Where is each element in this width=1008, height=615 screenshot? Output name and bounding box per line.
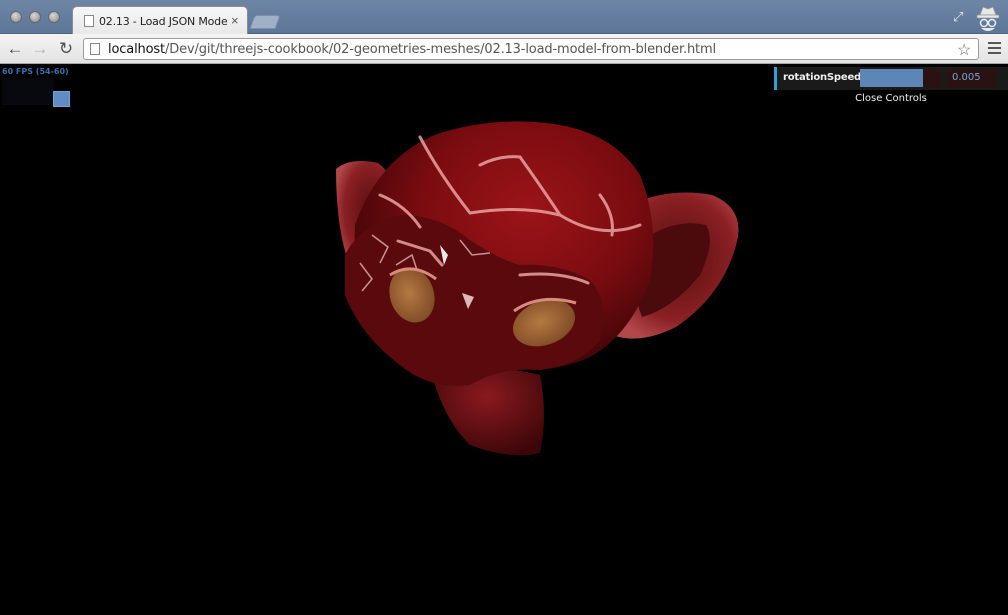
zoom-window-button[interactable] (48, 11, 60, 23)
page-icon (84, 15, 94, 27)
slider-fill (860, 69, 924, 87)
browser-toolbar: ← → ↻ localhost/Dev/git/threejs-cookbook… (0, 34, 1008, 64)
controls-panel: rotationSpeed 0.005 Close Controls (774, 67, 1008, 108)
url-host: localhost (108, 42, 166, 57)
back-arrow-icon[interactable]: ← (5, 39, 25, 59)
fps-stats-panel[interactable]: 60 FPS (54-60) (2, 67, 72, 107)
monkey-model (336, 121, 739, 456)
page-icon (90, 43, 100, 55)
fps-bar (53, 91, 70, 107)
reload-icon[interactable]: ↻ (56, 39, 76, 59)
rotation-speed-slider[interactable] (860, 69, 942, 87)
fps-text: 60 FPS (54-60) (2, 67, 69, 76)
close-controls-button[interactable]: Close Controls (774, 90, 1008, 108)
menu-icon[interactable] (988, 42, 1001, 57)
close-window-button[interactable] (10, 11, 22, 23)
browser-titlebar: 02.13 - Load JSON Models × ⤢ (0, 0, 1008, 35)
fps-graph (2, 78, 54, 105)
tab-close-icon[interactable]: × (231, 14, 239, 27)
fullscreen-icon[interactable]: ⤢ (953, 9, 963, 25)
rotation-speed-control: rotationSpeed 0.005 (774, 67, 1008, 90)
new-tab-button[interactable] (249, 15, 281, 29)
rotation-speed-value[interactable]: 0.005 (946, 69, 996, 87)
webgl-viewport[interactable]: 60 FPS (54-60) rotationSpeed 0.005 Close… (0, 65, 1008, 615)
url-text[interactable]: localhost/Dev/git/threejs-cookbook/02-ge… (108, 42, 716, 57)
minimize-window-button[interactable] (29, 11, 41, 23)
address-bar[interactable]: localhost/Dev/git/threejs-cookbook/02-ge… (83, 38, 979, 60)
bookmark-star-icon[interactable]: ☆ (957, 40, 971, 60)
rotation-speed-label: rotationSpeed (783, 72, 862, 83)
tab-title: 02.13 - Load JSON Models (99, 15, 227, 28)
url-path: /Dev/git/threejs-cookbook/02-geometries-… (165, 42, 716, 57)
forward-arrow-icon[interactable]: → (30, 39, 50, 59)
incognito-icon (976, 6, 1000, 31)
browser-tab[interactable]: 02.13 - Load JSON Models × (72, 6, 248, 35)
